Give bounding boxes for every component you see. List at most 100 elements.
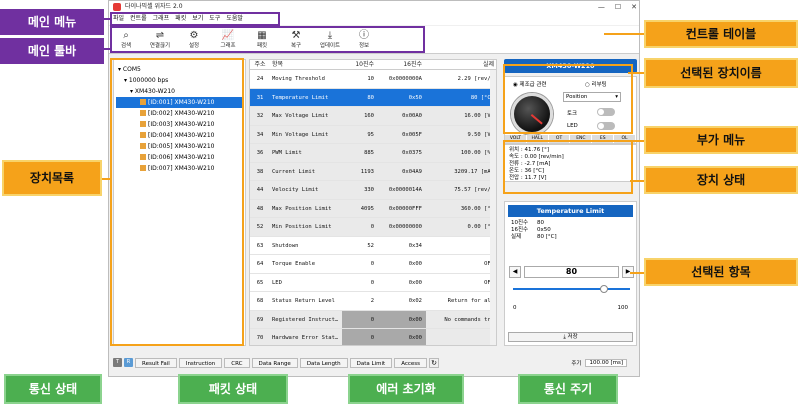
cell-address: 24 [256,76,264,82]
cell-name: Torque Enable [272,261,316,267]
table-row[interactable]: 34 Min Voltage Limit 95 0x005F 9.50 [V] [250,125,496,144]
callout-main-menu: 메인 메뉴 [0,9,104,35]
cell-address: 38 [256,168,264,175]
packet-state: Access [394,357,428,368]
cell-real: 3209.17 [mA] [454,168,494,175]
table-row[interactable]: 52 Min Position Limit 0 0x00000000 0.00 [°] [250,218,496,237]
cell-address: 70 [256,335,264,341]
period-label: 주기 [571,360,582,367]
table-row[interactable]: 38 Current Limit 1193 0x04A9 3209.17 [mA] [250,162,496,181]
cell-real: 75.57 [rev/… [454,187,494,193]
callout-packet-status: 패킷 상태 [178,374,288,404]
addon-highlight [503,64,633,134]
table-body: 24 Moving Threshold 10 0x0000000A 2.29 [rev/… [250,70,496,345]
period-input[interactable]: 100.00 [ms] [585,358,627,367]
table-row[interactable]: 24 Moving Threshold 10 0x0000000A 2.29 [rev/… [250,70,496,89]
value-input[interactable]: 80 [524,266,619,278]
cell-address: 44 [256,187,264,193]
connector [630,272,644,274]
save-button[interactable]: ⤓ 저장 [508,332,633,342]
packet-state: CRC [224,357,250,368]
cell-real: Return for all [447,298,494,304]
cell-decimal: 0 [342,310,378,328]
cell-decimal: 2 [370,298,374,304]
cell-real: 80 [°C] [470,94,494,101]
table-row[interactable]: 68 Status Return Level 2 0x02 Return for all [250,292,496,311]
table-scrollbar[interactable] [490,70,496,345]
cell-name: Status Return Level [272,298,335,304]
table-row[interactable]: 32 Max Voltage Limit 160 0x00A0 16.00 [V] [250,107,496,126]
decrement-button[interactable]: ◀ [509,266,521,278]
cell-hex: 0x00 [408,261,422,267]
table-row[interactable]: 63 Shutdown 52 0x34 [250,236,496,255]
callout-addon-menu: 부가 메뉴 [644,126,798,154]
table-row[interactable]: 64 Torque Enable 0 0x00 OFF [250,255,496,274]
cell-real [426,329,496,345]
cell-name: Velocity Limit [272,187,319,193]
cell-hex: 0x04A9 [402,168,422,175]
cell-name: Min Voltage Limit [272,131,329,138]
cell-name: Current Limit [272,168,316,175]
cell-address: 64 [256,261,264,267]
packet-state: Result Fail [135,357,177,368]
cell-hex: 0x34 [408,242,422,249]
rx-indicator: R [124,358,133,367]
table-row[interactable]: 48 Max Position Limit 4095 0x00000FFF 360.00… [250,199,496,218]
cell-real: OFF [426,255,496,273]
cell-name: Registered Instruct… [272,316,339,323]
connector [628,72,644,74]
cell-real: 16.00 [V] [464,113,494,119]
cell-decimal: 95 [367,131,374,138]
cell-name: Hardware Error Stat… [272,335,339,341]
minimize-button[interactable]: — [598,1,605,13]
table-row[interactable]: 70 Hardware Error Stat… 0 0x00 [250,329,496,345]
cell-decimal: 330 [364,187,374,193]
callout-comm-status: 통신 상태 [4,374,102,404]
item-info: 10진수 80 16진수 0x50 실제 80 [°C] [511,220,557,240]
cell-address: 52 [256,224,264,230]
error-reset-button[interactable]: ↻ [429,357,440,368]
packet-state: Data Limit [349,357,393,368]
table-row[interactable]: 31 Temperature Limit 80 0x50 80 [°C] [250,88,496,107]
callout-device-list: 장치목록 [2,160,102,196]
cell-decimal: 0 [342,329,378,345]
slider-max: 100 [617,305,629,311]
cell-name: Max Position Limit [272,205,332,212]
control-table: 주소 항목 10진수 16진수 실제 24 Moving Threshold 10 0… [249,59,497,346]
cell-decimal: 10 [367,76,374,82]
cell-decimal: 1193 [360,168,374,175]
table-row[interactable]: 44 Velocity Limit 330 0x0000014A 75.57 [rev/… [250,181,496,200]
cell-hex: 0x005F [402,131,422,138]
cell-hex: 0x00000000 [388,224,422,230]
toolbar-highlight [110,26,425,53]
table-row[interactable]: 36 PWM Limit 885 0x0375 100.00 [%] [250,144,496,163]
cell-name: LED [272,279,282,286]
callout-control-table: 컨트롤 테이블 [644,20,798,48]
cell-real: 0.00 [°] [467,224,495,230]
cell-address: 32 [256,113,264,119]
cell-real: 360.00 [°] [460,205,494,212]
slider-min: 0 [513,305,517,311]
table-row[interactable]: 65 LED 0 0x00 OFF [250,273,496,292]
cell-name: Moving Threshold [272,76,325,82]
close-button[interactable]: ✕ [631,1,637,13]
selected-item-panel: Temperature Limit 10진수 80 16진수 0x50 실제 80 [… [504,201,637,346]
window-controls: — ☐ ✕ [598,1,637,13]
status-highlight [503,140,633,194]
cell-address: 48 [256,205,264,212]
cell-hex: 0x00000FFF [388,205,422,212]
packet-state: Instruction [178,357,223,368]
slider-thumb[interactable] [600,285,609,293]
cell-hex: 0x02 [408,298,422,304]
callout-selected-device: 선택된 장치이름 [644,58,798,88]
cell-decimal: 52 [367,242,374,249]
cell-decimal: 0 [370,261,374,267]
table-row[interactable]: 69 Registered Instruct… 0 0x00 No commands t… [250,310,496,329]
value-slider[interactable] [513,285,630,293]
cell-address: 34 [256,131,264,138]
maximize-button[interactable]: ☐ [615,1,621,13]
cell-decimal: 4095 [360,205,374,212]
window-title: 다이나믹셀 위자드 2.0 [125,3,183,10]
cell-hex: 0x00 [408,279,422,286]
cell-decimal: 0 [370,279,374,286]
